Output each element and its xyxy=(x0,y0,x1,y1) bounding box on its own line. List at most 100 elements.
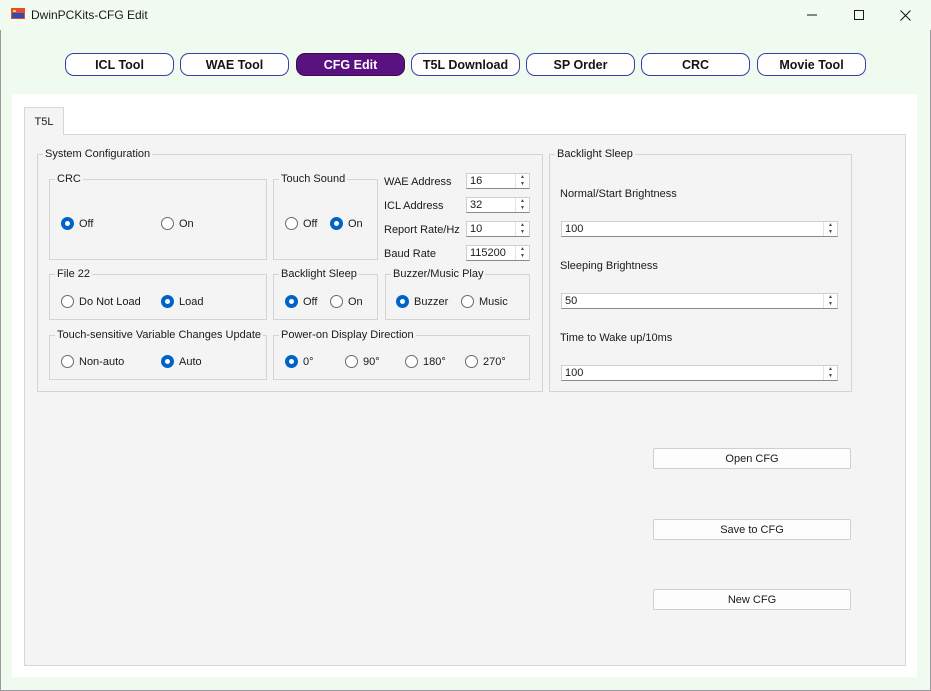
touch-update-auto-radio[interactable]: Auto xyxy=(161,355,202,368)
direction-270-radio[interactable]: 270° xyxy=(465,355,506,368)
music-radio[interactable]: Music xyxy=(461,295,508,308)
baud-rate-label: Baud Rate xyxy=(384,248,436,260)
icl-address-spinbox[interactable]: 32 ▲ ▼ xyxy=(466,197,530,213)
spin-up-icon[interactable]: ▲ xyxy=(824,366,837,373)
file22-do-not-load-radio[interactable]: Do Not Load xyxy=(61,295,141,308)
direction-0-label: 0° xyxy=(303,355,314,368)
baud-rate-value: 115200 xyxy=(470,247,506,259)
baud-rate-spinbox[interactable]: 115200 ▲ ▼ xyxy=(466,245,530,261)
crc-off-label: Off xyxy=(79,217,94,230)
backlight-sleep-title: Backlight Sleep xyxy=(555,148,635,160)
system-configuration-title: System Configuration xyxy=(43,148,153,160)
direction-90-radio[interactable]: 90° xyxy=(345,355,380,368)
radio-checked-icon xyxy=(61,217,74,230)
sleeping-brightness-value: 50 xyxy=(565,295,578,307)
crc-on-label: On xyxy=(179,217,194,230)
radio-unchecked-icon xyxy=(61,295,74,308)
display-direction-title: Power-on Display Direction xyxy=(279,329,416,341)
radio-unchecked-icon xyxy=(161,217,174,230)
close-button[interactable] xyxy=(882,0,928,30)
icl-address-label: ICL Address xyxy=(384,200,444,212)
crc-off-radio[interactable]: Off xyxy=(61,217,93,230)
spin-up-icon[interactable]: ▲ xyxy=(516,246,529,253)
buzzer-label: Buzzer xyxy=(414,295,449,308)
radio-unchecked-icon xyxy=(285,217,298,230)
file22-title: File 22 xyxy=(55,268,93,280)
backlight-sleep-on-label: On xyxy=(348,295,363,308)
buzzer-music-title: Buzzer/Music Play xyxy=(391,268,486,280)
backlight-sleep-off-label: Off xyxy=(303,295,318,308)
spin-down-icon[interactable]: ▼ xyxy=(516,253,529,260)
radio-unchecked-icon xyxy=(61,355,74,368)
sleeping-brightness-label: Sleeping Brightness xyxy=(560,260,658,272)
new-cfg-button[interactable]: New CFG xyxy=(653,589,851,610)
direction-0-radio[interactable]: 0° xyxy=(285,355,314,368)
wake-time-spinbox[interactable]: 100 ▲ ▼ xyxy=(561,365,838,381)
touch-sound-on-label: On xyxy=(348,217,363,230)
nav-movie-tool[interactable]: Movie Tool xyxy=(757,53,866,76)
direction-180-radio[interactable]: 180° xyxy=(405,355,446,368)
spin-down-icon[interactable]: ▼ xyxy=(824,373,837,380)
radio-checked-icon xyxy=(330,217,343,230)
spin-down-icon[interactable]: ▼ xyxy=(516,205,529,212)
minimize-button[interactable] xyxy=(789,0,835,30)
nav-cfg-edit[interactable]: CFG Edit xyxy=(296,53,405,76)
report-rate-value: 10 xyxy=(470,223,483,235)
spin-down-icon[interactable]: ▼ xyxy=(516,229,529,236)
touch-update-auto-label: Auto xyxy=(179,355,202,368)
touch-update-title: Touch-sensitive Variable Changes Update xyxy=(55,329,264,341)
tab-t5l[interactable]: T5L xyxy=(24,107,64,135)
spin-down-icon[interactable]: ▼ xyxy=(824,229,837,236)
nav-t5l-download[interactable]: T5L Download xyxy=(411,53,520,76)
minimize-icon xyxy=(807,14,817,16)
nav-crc[interactable]: CRC xyxy=(641,53,750,76)
spin-down-icon[interactable]: ▼ xyxy=(516,181,529,188)
spin-up-icon[interactable]: ▲ xyxy=(516,198,529,205)
spin-up-icon[interactable]: ▲ xyxy=(516,222,529,229)
report-rate-spinbox[interactable]: 10 ▲ ▼ xyxy=(466,221,530,237)
title-bar[interactable]: DwinPCKits-CFG Edit xyxy=(0,0,931,30)
icl-address-value: 32 xyxy=(470,199,483,211)
nav-sp-order[interactable]: SP Order xyxy=(526,53,635,76)
close-icon xyxy=(899,9,911,21)
touch-sound-off-radio[interactable]: Off xyxy=(285,217,317,230)
backlight-sleep-off-radio[interactable]: Off xyxy=(285,295,317,308)
backlight-sleep-toggle-title: Backlight Sleep xyxy=(279,268,359,280)
radio-unchecked-icon xyxy=(330,295,343,308)
maximize-icon xyxy=(854,10,864,20)
save-to-cfg-button[interactable]: Save to CFG xyxy=(653,519,851,540)
normal-brightness-label: Normal/Start Brightness xyxy=(560,188,677,200)
touch-update-non-auto-label: Non-auto xyxy=(79,355,125,368)
window-title: DwinPCKits-CFG Edit xyxy=(31,8,148,22)
touch-sound-off-label: Off xyxy=(303,217,318,230)
spin-up-icon[interactable]: ▲ xyxy=(824,294,837,301)
open-cfg-button[interactable]: Open CFG xyxy=(653,448,851,469)
normal-brightness-value: 100 xyxy=(565,223,584,235)
wake-time-label: Time to Wake up/10ms xyxy=(560,332,673,344)
direction-270-label: 270° xyxy=(483,355,506,368)
spin-down-icon[interactable]: ▼ xyxy=(824,301,837,308)
file22-load-radio[interactable]: Load xyxy=(161,295,203,308)
touch-update-non-auto-radio[interactable]: Non-auto xyxy=(61,355,124,368)
wae-address-spinbox[interactable]: 16 ▲ ▼ xyxy=(466,173,530,189)
wae-address-value: 16 xyxy=(470,175,483,187)
crc-on-radio[interactable]: On xyxy=(161,217,194,230)
music-label: Music xyxy=(479,295,508,308)
radio-checked-icon xyxy=(161,295,174,308)
nav-wae-tool[interactable]: WAE Tool xyxy=(180,53,289,76)
crc-title: CRC xyxy=(55,173,83,185)
backlight-sleep-on-radio[interactable]: On xyxy=(330,295,363,308)
sleeping-brightness-spinbox[interactable]: 50 ▲ ▼ xyxy=(561,293,838,309)
dwin-app-icon xyxy=(11,8,25,19)
report-rate-label: Report Rate/Hz xyxy=(384,224,460,236)
nav-icl-tool[interactable]: ICL Tool xyxy=(65,53,174,76)
maximize-button[interactable] xyxy=(836,0,882,30)
radio-unchecked-icon xyxy=(461,295,474,308)
spin-up-icon[interactable]: ▲ xyxy=(516,174,529,181)
touch-sound-on-radio[interactable]: On xyxy=(330,217,363,230)
buzzer-radio[interactable]: Buzzer xyxy=(396,295,448,308)
direction-90-label: 90° xyxy=(363,355,380,368)
file22-do-not-load-label: Do Not Load xyxy=(79,295,141,308)
spin-up-icon[interactable]: ▲ xyxy=(824,222,837,229)
normal-brightness-spinbox[interactable]: 100 ▲ ▼ xyxy=(561,221,838,237)
